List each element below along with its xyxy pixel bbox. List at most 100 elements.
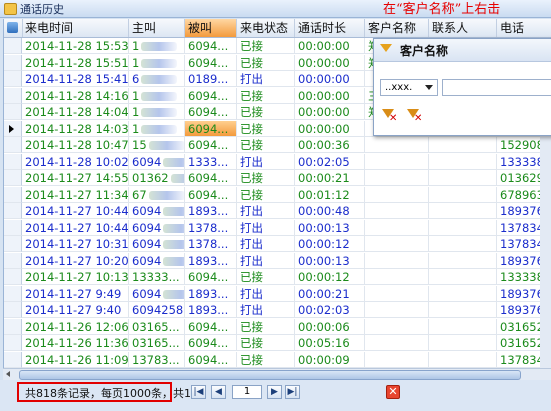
cell-col-time: 2014-11-28 15:41 — [22, 71, 129, 87]
row-indicator[interactable] — [4, 335, 22, 351]
cell-col-status: 打出 — [237, 219, 295, 236]
cell-text: 6094 — [132, 286, 162, 301]
table-row[interactable]: 2014-11-28 10:47 15 6094... 已接 00:00:36 15290… — [4, 137, 551, 153]
grid-corner[interactable] — [4, 19, 23, 37]
cell-col-caller: 67 — [129, 186, 185, 203]
cell-col-duration: 00:00:00 — [295, 87, 365, 104]
cell-text: 2014-11-28 10:02 — [25, 154, 129, 169]
cell-col-callee: 1893... — [185, 252, 237, 269]
page-number-input[interactable]: 1 — [232, 385, 262, 399]
cell-text: 2014-11-28 15:53 — [25, 39, 129, 53]
header-col-caller[interactable]: 主叫 — [129, 19, 185, 37]
cell-text: 已接 — [240, 138, 263, 152]
cell-text: 00:00:00 — [298, 105, 350, 119]
row-indicator[interactable] — [4, 302, 22, 318]
row-indicator[interactable] — [4, 318, 22, 335]
header-col-duration[interactable]: 通话时长 — [295, 19, 365, 37]
row-indicator[interactable] — [4, 104, 22, 120]
row-indicator[interactable] — [4, 170, 22, 186]
cell-col-customer — [365, 318, 429, 335]
horizontal-scrollbar[interactable] — [3, 368, 551, 380]
cell-text: 2014-11-27 10:44 — [25, 204, 129, 218]
cell-col-caller: 6094 — [129, 219, 185, 236]
cell-col-status: 已接 — [237, 87, 295, 104]
next-page-button[interactable]: ▶ — [267, 385, 282, 399]
table-row[interactable]: 2014-11-27 9:40 60942585 1893... 打出 00:02:03… — [4, 302, 551, 318]
cell-text: 打出 — [240, 253, 263, 268]
prev-page-button[interactable]: ◀ — [211, 385, 226, 399]
table-row[interactable]: 2014-11-27 10:44 6094 1893... 打出 00:00:48 189… — [4, 203, 551, 219]
table-row[interactable]: 2014-11-26 12:06 03165... 6094... 已接 00:00:0… — [4, 318, 551, 335]
scroll-left-icon[interactable] — [6, 371, 10, 377]
row-indicator[interactable] — [4, 87, 22, 104]
table-row[interactable]: 2014-11-26 11:36 03165... 6094... 已接 00:05:1… — [4, 335, 551, 351]
row-indicator[interactable] — [4, 186, 22, 203]
table-row[interactable]: 2014-11-26 11:09 13783... 6094... 已接 00:00:0… — [4, 351, 551, 368]
header-col-customer[interactable]: 客户名称 — [365, 19, 429, 37]
row-indicator[interactable] — [4, 120, 22, 137]
first-page-button[interactable]: |◀ — [191, 385, 206, 399]
vertical-scrollbar[interactable] — [540, 134, 551, 368]
cell-col-callee: 6094... — [185, 104, 237, 120]
cell-col-callee: 1893... — [185, 203, 237, 219]
row-indicator[interactable] — [4, 38, 22, 54]
table-row[interactable]: 2014-11-27 14:55 01362 6094... 已接 00:00:21 01… — [4, 170, 551, 186]
row-indicator[interactable] — [4, 269, 22, 285]
cell-col-contact — [429, 153, 497, 170]
cell-col-status: 已接 — [237, 104, 295, 120]
table-row[interactable]: 2014-11-27 10:31 6094 1378... 打出 00:00:12 137… — [4, 236, 551, 252]
row-indicator[interactable] — [4, 351, 22, 368]
filter-value-input[interactable] — [442, 79, 551, 96]
cell-col-callee: 6094... — [185, 318, 237, 335]
row-indicator[interactable] — [4, 219, 22, 236]
cell-col-duration: 00:00:13 — [295, 252, 365, 269]
header-col-time[interactable]: 来电时间 — [22, 19, 129, 37]
clear-all-filters-icon[interactable]: ✕ — [407, 109, 423, 124]
row-indicator[interactable] — [4, 203, 22, 219]
row-indicator[interactable] — [4, 137, 22, 153]
cell-col-duration: 00:00:36 — [295, 137, 365, 153]
cell-text: 已接 — [240, 55, 263, 70]
cell-col-duration: 00:00:00 — [295, 38, 365, 54]
table-row[interactable]: 2014-11-27 10:20 6094 1893... 打出 00:00:13 189… — [4, 252, 551, 269]
table-row[interactable]: 2014-11-27 9:49 6094 1893... 打出 00:00:21 1893… — [4, 285, 551, 302]
cell-text: 6094... — [188, 138, 229, 152]
cell-col-caller: 6094 — [129, 203, 185, 219]
cell-col-caller: 13783... — [129, 351, 185, 368]
row-indicator[interactable] — [4, 54, 22, 71]
filter-operator-select[interactable]: ..xxx. — [380, 79, 438, 96]
cell-text: 00:02:05 — [298, 154, 350, 169]
cell-col-caller: 1 — [129, 104, 185, 120]
row-indicator[interactable] — [4, 71, 22, 87]
cell-text: 03165... — [132, 319, 180, 334]
cell-col-status: 打出 — [237, 236, 295, 252]
header-col-callee[interactable]: 被叫 — [185, 19, 237, 37]
cell-text: 2014-11-27 14:55 — [25, 171, 129, 185]
cell-col-caller: 1 — [129, 120, 185, 137]
cell-text: 已接 — [240, 336, 263, 350]
header-col-contact[interactable]: 联系人 — [429, 19, 497, 37]
row-indicator[interactable] — [4, 285, 22, 302]
header-col-status[interactable]: 来电状态 — [237, 19, 295, 37]
cell-text: 1 — [132, 39, 140, 53]
row-indicator[interactable] — [4, 252, 22, 269]
table-row[interactable]: 2014-11-27 10:13 13333... 6094... 已接 00:00:1… — [4, 269, 551, 285]
cell-text: 1378... — [188, 220, 229, 235]
row-indicator[interactable] — [4, 236, 22, 252]
cell-text: 1 — [132, 105, 140, 119]
table-row[interactable]: 2014-11-27 11:34 67 6094... 已接 00:01:12 67896… — [4, 186, 551, 203]
cell-col-duration: 00:00:21 — [295, 285, 365, 302]
header-col-phone[interactable]: 电话 — [497, 19, 551, 37]
cell-text: 打出 — [240, 154, 263, 169]
clear-filter-icon[interactable]: ✕ — [382, 109, 398, 124]
close-icon[interactable]: ✕ — [386, 385, 400, 399]
redacted-blur — [141, 42, 178, 51]
last-page-button[interactable]: ▶| — [285, 385, 300, 399]
cell-text: 00:00:12 — [298, 237, 350, 251]
redacted-blur — [141, 58, 178, 68]
scrollbar-thumb[interactable] — [19, 370, 521, 380]
cell-text: 6094 — [132, 237, 162, 251]
row-indicator[interactable] — [4, 153, 22, 170]
table-row[interactable]: 2014-11-27 10:44 6094 1378... 打出 00:00:13 137… — [4, 219, 551, 236]
table-row[interactable]: 2014-11-28 10:02 6094 1333... 打出 00:02:05 133… — [4, 153, 551, 170]
